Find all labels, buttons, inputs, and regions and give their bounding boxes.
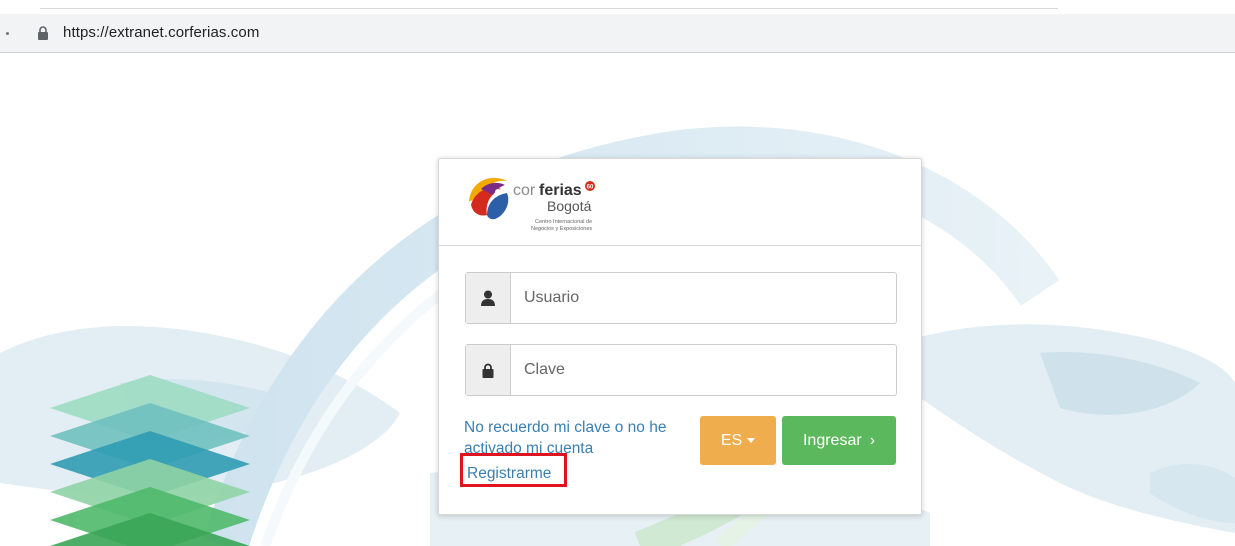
login-submit-button[interactable]: Ingresar ›	[782, 416, 896, 465]
password-group	[465, 344, 897, 396]
logo-tagline-2: Negocios y Exposiciones	[531, 226, 592, 232]
user-icon	[481, 290, 495, 306]
corferias-logo: cor ferias 60 Bogotá Centro Internaciona…	[469, 177, 595, 232]
language-dropdown-button[interactable]: ES	[700, 416, 776, 465]
password-input[interactable]	[511, 345, 896, 395]
login-button-label: Ingresar	[802, 431, 862, 449]
card-header: cor ferias 60 Bogotá Centro Internaciona…	[439, 159, 921, 246]
back-button-icon[interactable]	[6, 32, 9, 35]
caret-down-icon	[747, 438, 756, 443]
username-input[interactable]	[511, 273, 896, 323]
language-button-label: ES	[720, 431, 743, 449]
login-card: cor ferias 60 Bogotá Centro Internaciona…	[438, 158, 922, 515]
browser-top-divider	[40, 8, 1058, 9]
lock-icon	[38, 26, 48, 40]
address-url[interactable]: https://extranet.corferias.com	[63, 24, 259, 41]
register-highlight-box	[460, 453, 567, 487]
logo-name-bold: ferias	[539, 182, 582, 199]
logo-name-light: cor	[513, 182, 536, 199]
username-addon	[466, 273, 511, 323]
browser-address-bar[interactable]: https://extranet.corferias.com	[0, 14, 1235, 53]
password-addon	[466, 345, 511, 395]
logo-tagline-1: Centro Internacional de	[535, 219, 592, 225]
logo-city: Bogotá	[547, 198, 592, 214]
lock-icon	[482, 363, 494, 378]
logo-badge: 60	[587, 185, 594, 191]
chevron-right-icon: ›	[869, 431, 876, 449]
username-group	[465, 272, 897, 324]
